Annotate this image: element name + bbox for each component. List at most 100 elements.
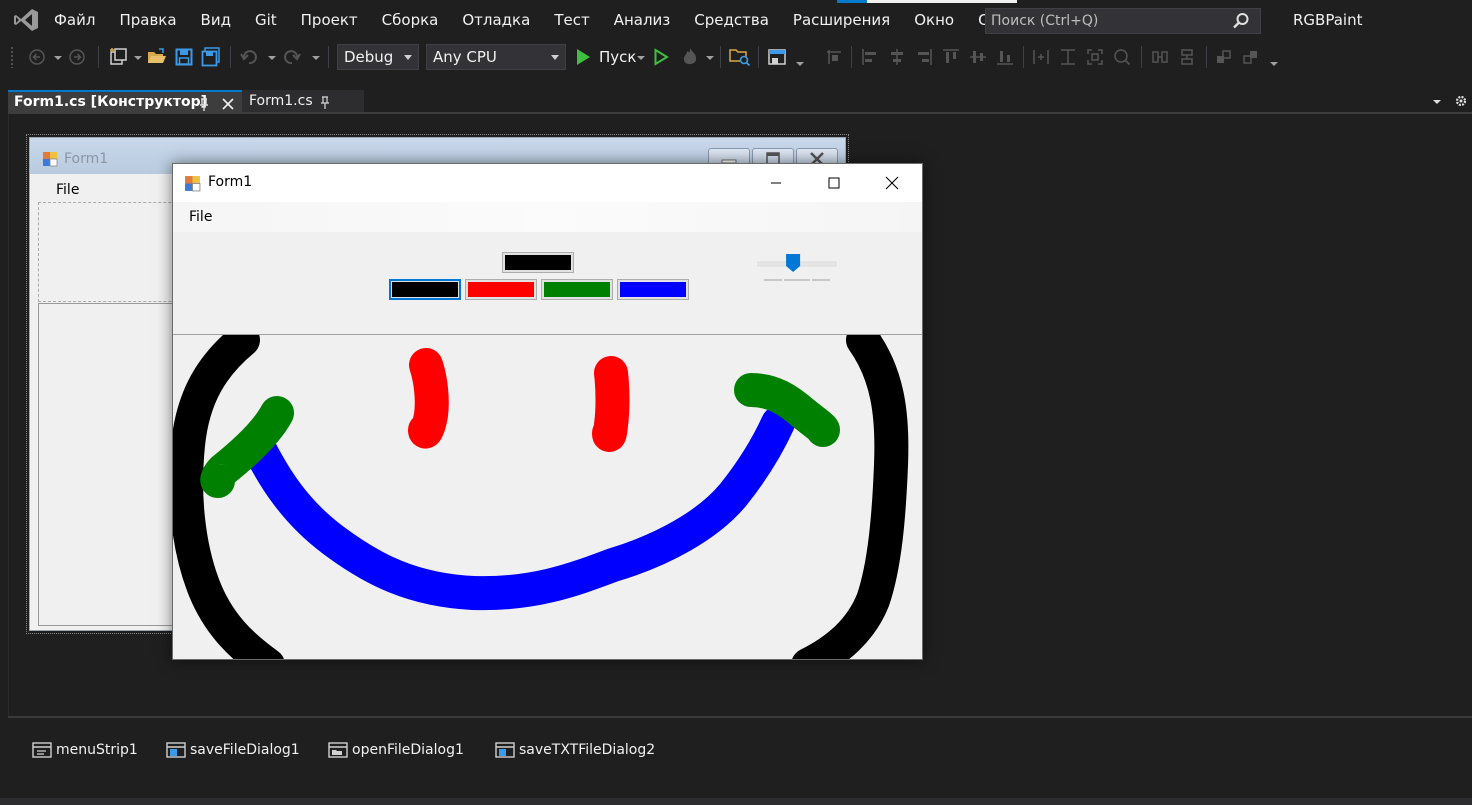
undo-dropdown-caret-icon[interactable]: [268, 56, 276, 60]
send-to-back-icon: [1243, 51, 1257, 64]
window-layout-button[interactable]: [765, 45, 789, 69]
tab-label: Form1.cs [Конструктор]: [14, 94, 208, 110]
align-top-icon: [943, 49, 959, 63]
zoom-button[interactable]: [1111, 45, 1133, 69]
color-button-black[interactable]: [389, 279, 461, 300]
search-input[interactable]: [986, 9, 1226, 33]
align-to-grid-button[interactable]: [823, 45, 845, 69]
layout-dropdown-caret-icon[interactable]: [796, 62, 804, 66]
align-middle-icon: [970, 51, 986, 63]
platform-value: Any CPU: [433, 48, 497, 66]
hot-reload-button[interactable]: [678, 45, 702, 69]
align-tops-button[interactable]: [940, 45, 962, 69]
red-stroke-right: [592, 356, 630, 452]
toolbar-grip[interactable]: [10, 46, 14, 68]
menu-bar: Файл Правка Вид Git Проект Сборка Отладк…: [0, 0, 1472, 40]
running-form-titlebar[interactable]: Form1: [173, 164, 922, 202]
size-to-grid-button[interactable]: [1084, 45, 1106, 69]
visual-studio-logo-icon[interactable]: [12, 6, 40, 34]
center-horizontally-button[interactable]: [1149, 45, 1171, 69]
redo-dropdown-caret-icon[interactable]: [312, 56, 320, 60]
align-bottoms-button[interactable]: [994, 45, 1016, 69]
color-button-blue[interactable]: [617, 279, 689, 300]
close-icon[interactable]: [221, 97, 235, 111]
align-middles-button[interactable]: [967, 45, 989, 69]
tab-list-dropdown-icon[interactable]: [1432, 98, 1442, 106]
start-without-debugging-button[interactable]: [650, 45, 672, 69]
gear-icon[interactable]: [1454, 94, 1468, 108]
designer-menu-file[interactable]: File: [56, 182, 79, 198]
menu-edit[interactable]: Правка: [107, 0, 188, 40]
start-label[interactable]: Пуск: [599, 40, 636, 74]
save-all-icon: [201, 47, 220, 67]
tray-item-savetxtfiledialog2[interactable]: saveTXTFileDialog2: [495, 740, 655, 760]
center-vertically-button[interactable]: [1176, 45, 1198, 69]
send-to-back-button[interactable]: [1240, 45, 1262, 69]
search-icon[interactable]: [1232, 12, 1250, 30]
menu-file[interactable]: Файл: [42, 0, 107, 40]
menu-debug[interactable]: Отладка: [450, 0, 542, 40]
trackbar-thumb[interactable]: [786, 254, 801, 272]
menu-file[interactable]: File: [189, 209, 212, 225]
tray-item-menustrip[interactable]: menuStrip1: [32, 740, 138, 760]
menu-extensions[interactable]: Расширения: [781, 0, 902, 40]
zoom-icon: [1114, 49, 1131, 66]
tray-item-label: openFileDialog1: [352, 742, 464, 758]
start-dropdown-caret-icon[interactable]: [637, 56, 645, 60]
same-width-icon: [1033, 50, 1049, 64]
configuration-value: Debug: [344, 48, 394, 66]
toolbar-separator: [1206, 46, 1207, 68]
menu-test[interactable]: Тест: [542, 0, 601, 40]
make-same-height-button[interactable]: [1057, 45, 1079, 69]
menu-build[interactable]: Сборка: [370, 0, 451, 40]
drawing-canvas[interactable]: [173, 334, 922, 659]
tray-item-savefiledialog1[interactable]: saveFileDialog1: [166, 740, 300, 760]
search-box[interactable]: [985, 8, 1261, 34]
maximize-icon: [828, 177, 840, 189]
color-button-green[interactable]: [541, 279, 613, 300]
pin-icon[interactable]: [198, 98, 210, 112]
new-item-button[interactable]: [106, 45, 130, 69]
open-file-button[interactable]: [146, 45, 168, 69]
maximize-button[interactable]: [805, 164, 863, 202]
menu-window[interactable]: Окно: [902, 0, 966, 40]
pin-icon[interactable]: [319, 96, 331, 110]
menu-git[interactable]: Git: [243, 0, 289, 40]
save-all-button[interactable]: [199, 45, 223, 69]
align-to-grid-icon: [827, 50, 841, 64]
menu-project[interactable]: Проект: [289, 0, 370, 40]
tab-form1-designer[interactable]: Form1.cs [Конструктор]: [8, 90, 242, 114]
toolbar-overflow-caret-icon[interactable]: [1270, 62, 1278, 66]
menu-tools[interactable]: Средства: [682, 0, 781, 40]
align-rights-button[interactable]: [913, 45, 935, 69]
brush-size-trackbar[interactable]: [757, 252, 837, 282]
make-same-width-button[interactable]: [1030, 45, 1052, 69]
undo-button[interactable]: [238, 45, 260, 69]
align-lefts-button[interactable]: [859, 45, 881, 69]
menu-analyze[interactable]: Анализ: [602, 0, 683, 40]
tray-item-label: saveFileDialog1: [190, 742, 300, 758]
tab-form1-code[interactable]: Form1.cs: [242, 90, 364, 114]
tray-item-openfiledialog1[interactable]: openFileDialog1: [328, 740, 464, 760]
trackbar-ticks: [764, 279, 830, 281]
align-centers-button[interactable]: [886, 45, 908, 69]
platform-select[interactable]: Any CPU: [426, 44, 566, 70]
start-debugging-button[interactable]: [572, 45, 594, 69]
save-button[interactable]: [173, 45, 195, 69]
browse-files-button[interactable]: [728, 45, 752, 69]
navigate-back-button[interactable]: [26, 45, 48, 69]
toolbar-separator: [98, 46, 99, 68]
menu-view[interactable]: Вид: [189, 0, 243, 40]
minimize-button[interactable]: [747, 164, 805, 202]
hot-reload-dropdown-caret-icon[interactable]: [706, 56, 714, 60]
new-item-dropdown-caret-icon[interactable]: [134, 56, 142, 60]
color-button-red[interactable]: [465, 279, 537, 300]
configuration-select[interactable]: Debug: [337, 44, 419, 70]
close-button[interactable]: [863, 164, 921, 202]
back-dropdown-caret-icon[interactable]: [54, 56, 62, 60]
navigate-forward-button[interactable]: [66, 45, 88, 69]
bring-to-front-button[interactable]: [1213, 45, 1235, 69]
open-dialog-component-icon: [328, 742, 348, 758]
running-form-window[interactable]: Form1 File: [172, 163, 923, 660]
redo-button[interactable]: [281, 45, 303, 69]
